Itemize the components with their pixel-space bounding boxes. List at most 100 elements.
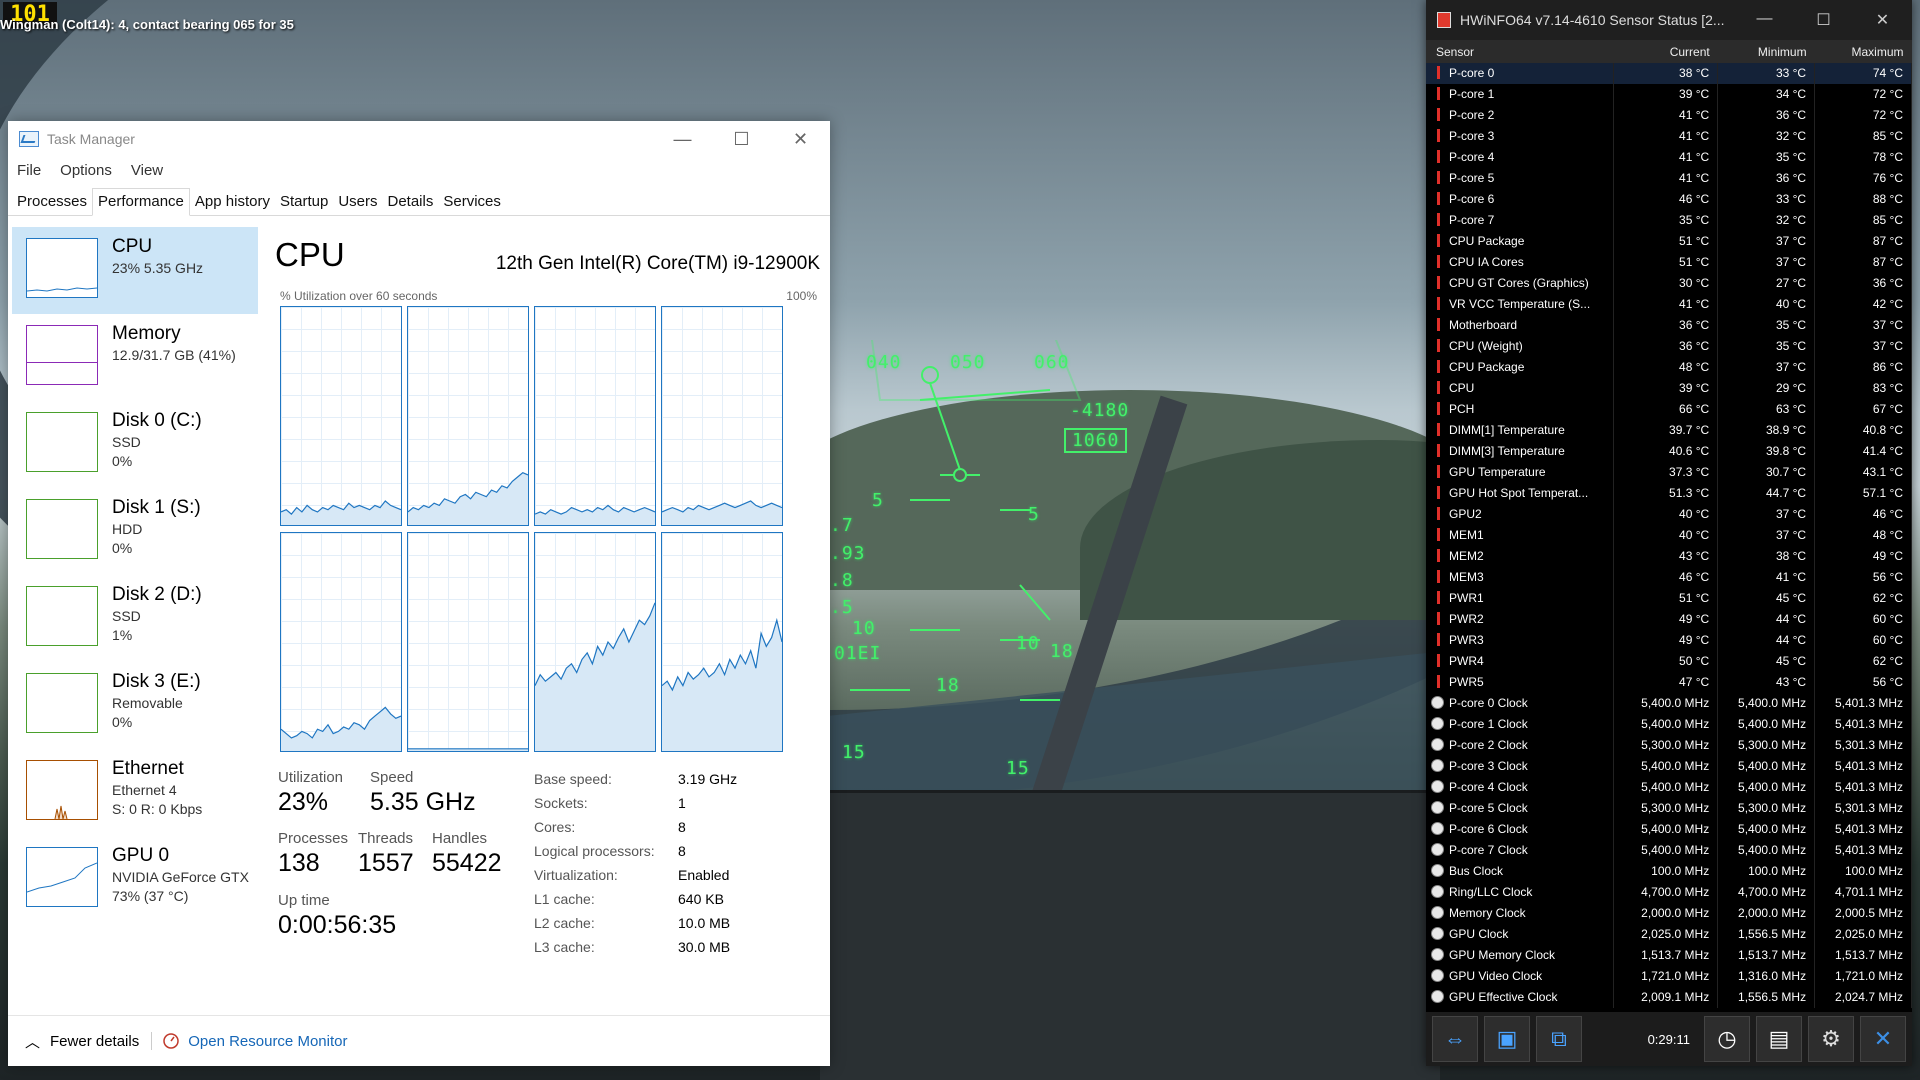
column-header-current[interactable]: Current [1613,40,1718,63]
sensor-row[interactable]: P-core 1 39 °C 34 °C 72 °C [1426,84,1912,105]
sensor-row[interactable]: P-core 7 35 °C 32 °C 85 °C [1426,210,1912,231]
sensor-row[interactable]: MEM1 40 °C 37 °C 48 °C [1426,525,1912,546]
sensor-row[interactable]: DIMM[3] Temperature 40.6 °C 39.8 °C 41.4 °C [1426,441,1912,462]
column-header-sensor[interactable]: Sensor [1426,40,1614,63]
sensor-name-cell: P-core 7 [1426,210,1615,231]
network-icon[interactable]: ⧉ [1536,1016,1582,1062]
close-button[interactable]: ✕ [771,121,830,157]
hud-heading-040: 040 [866,352,902,373]
menu-file[interactable]: File [17,162,41,179]
sensor-maximum-cell: 5,401.3 MHz [1814,819,1912,840]
sensor-row[interactable]: MEM3 46 °C 41 °C 56 °C [1426,567,1912,588]
clock-icon[interactable]: ◷ [1704,1016,1750,1062]
sensor-row[interactable]: P-core 6 46 °C 33 °C 88 °C [1426,189,1912,210]
title-bar[interactable]: Task Manager — ☐ ✕ [8,121,830,157]
sensor-row[interactable]: P-core 4 Clock 5,400.0 MHz 5,400.0 MHz 5,40… [1426,777,1912,798]
report-icon[interactable]: ▤ [1756,1016,1802,1062]
sidebar-item-disk-1[interactable]: Disk 1 (S:) HDD 0% [12,488,258,575]
tab-processes[interactable]: Processes [12,189,92,215]
sensor-row[interactable]: P-core 3 41 °C 32 °C 85 °C [1426,126,1912,147]
tab-app-history[interactable]: App history [190,189,275,215]
sensor-row[interactable]: CPU Package 51 °C 37 °C 87 °C [1426,231,1912,252]
sensor-row[interactable]: DIMM[1] Temperature 39.7 °C 38.9 °C 40.8 °C [1426,420,1912,441]
sensor-row[interactable]: GPU Hot Spot Temperat... 51.3 °C 44.7 °C 57… [1426,483,1912,504]
sensor-row[interactable]: P-core 0 Clock 5,400.0 MHz 5,400.0 MHz 5,40… [1426,693,1912,714]
column-header-maximum[interactable]: Maximum [1814,40,1912,63]
sensor-row[interactable]: PWR5 47 °C 43 °C 56 °C [1426,672,1912,693]
sensor-row[interactable]: CPU IA Cores 51 °C 37 °C 87 °C [1426,252,1912,273]
sidebar-item-memory[interactable]: Memory 12.9/31.7 GB (41%) [12,314,258,401]
sidebar-item-disk-3[interactable]: Disk 3 (E:) Removable 0% [12,662,258,749]
sensor-row[interactable]: CPU GT Cores (Graphics) 30 °C 27 °C 36 °C [1426,273,1912,294]
sensor-row[interactable]: Ring/LLC Clock 4,700.0 MHz 4,700.0 MHz 4,70… [1426,882,1912,903]
title-bar[interactable]: HWiNFO64 v7.14-4610 Sensor Status [2... … [1426,0,1912,40]
tab-performance[interactable]: Performance [92,188,190,216]
sensor-maximum-cell: 83 °C [1814,378,1912,399]
sensor-row[interactable]: Memory Clock 2,000.0 MHz 2,000.0 MHz 2,000.… [1426,903,1912,924]
maximize-button[interactable]: ☐ [712,121,771,157]
tab-services[interactable]: Services [438,189,506,215]
sidebar-item-gpu-0[interactable]: GPU 0 NVIDIA GeForce GTX 73% (37 °C) [12,836,258,923]
menu-options[interactable]: Options [60,162,112,179]
sensor-row[interactable]: GPU Temperature 37.3 °C 30.7 °C 43.1 °C [1426,462,1912,483]
hud-pitch-10-left: 10 [852,618,876,639]
maximize-button[interactable]: ☐ [1794,10,1853,30]
column-header-minimum[interactable]: Minimum [1717,40,1815,63]
sidebar-item-disk-2[interactable]: Disk 2 (D:) SSD 1% [12,575,258,662]
menu-view[interactable]: View [131,162,163,179]
sensor-name-cell: P-core 6 [1426,189,1615,210]
sensor-row[interactable]: P-core 2 41 °C 36 °C 72 °C [1426,105,1912,126]
sidebar-item-cpu[interactable]: CPU 23% 5.35 GHz [12,227,258,314]
sensor-row[interactable]: PWR1 51 °C 45 °C 62 °C [1426,588,1912,609]
nav-arrows-icon[interactable]: ⇔ [1432,1016,1478,1062]
sensor-row[interactable]: P-core 2 Clock 5,300.0 MHz 5,300.0 MHz 5,30… [1426,735,1912,756]
sensor-row[interactable]: PCH 66 °C 63 °C 67 °C [1426,399,1912,420]
sensor-maximum-cell: 1,721.0 MHz [1814,966,1912,987]
sensor-row[interactable]: GPU2 40 °C 37 °C 46 °C [1426,504,1912,525]
sensor-current-cell: 36 °C [1613,336,1719,357]
sensor-row[interactable]: PWR2 49 °C 44 °C 60 °C [1426,609,1912,630]
sensor-row[interactable]: P-core 4 41 °C 35 °C 78 °C [1426,147,1912,168]
close-button[interactable]: ✕ [1853,10,1912,30]
fewer-details-button[interactable]: ︿ Fewer details [25,1031,139,1052]
sensor-row[interactable]: GPU Clock 2,025.0 MHz 1,556.5 MHz 2,025.0 M… [1426,924,1912,945]
sensor-row[interactable]: P-core 6 Clock 5,400.0 MHz 5,400.0 MHz 5,40… [1426,819,1912,840]
sidebar-item-disk-0[interactable]: Disk 0 (C:) SSD 0% [12,401,258,488]
sidebar-item-ethernet[interactable]: Ethernet Ethernet 4 S: 0 R: 0 Kbps [12,749,258,836]
hud-scale-3: .8 [830,570,854,591]
sensor-current-cell: 40 °C [1613,525,1719,546]
sensor-row[interactable]: Bus Clock 100.0 MHz 100.0 MHz 100.0 MHz [1426,861,1912,882]
tab-details[interactable]: Details [383,189,439,215]
minimize-button[interactable]: — [653,121,712,157]
sensor-row[interactable]: MEM2 43 °C 38 °C 49 °C [1426,546,1912,567]
sensor-current-cell: 41 °C [1613,105,1719,126]
task-manager-window[interactable]: Task Manager — ☐ ✕ File Options View Pro… [8,121,830,1066]
tab-users[interactable]: Users [333,189,382,215]
sensor-row[interactable]: GPU Memory Clock 1,513.7 MHz 1,513.7 MHz 1,… [1426,945,1912,966]
sensor-row[interactable]: P-core 3 Clock 5,400.0 MHz 5,400.0 MHz 5,40… [1426,756,1912,777]
sensor-row[interactable]: VR VCC Temperature (S... 41 °C 40 °C 42 °C [1426,294,1912,315]
sensor-name-cell: CPU (Weight) [1426,336,1615,357]
sensor-row[interactable]: P-core 5 41 °C 36 °C 76 °C [1426,168,1912,189]
sensor-maximum-cell: 72 °C [1814,84,1912,105]
sensor-row[interactable]: Motherboard 36 °C 35 °C 37 °C [1426,315,1912,336]
sensor-row[interactable]: P-core 7 Clock 5,400.0 MHz 5,400.0 MHz 5,40… [1426,840,1912,861]
hwinfo-window[interactable]: HWiNFO64 v7.14-4610 Sensor Status [2... … [1426,0,1912,1066]
sensor-row[interactable]: GPU Effective Clock 2,009.1 MHz 1,556.5 MH… [1426,987,1912,1008]
network-monitor-icon[interactable]: ▣ [1484,1016,1530,1062]
sensor-minimum-cell: 32 °C [1717,126,1816,147]
minimize-button[interactable]: — [1735,10,1794,30]
sensor-row[interactable]: GPU Video Clock 1,721.0 MHz 1,316.0 MHz 1,7… [1426,966,1912,987]
sensor-row[interactable]: PWR4 50 °C 45 °C 62 °C [1426,651,1912,672]
sensor-row[interactable]: CPU 39 °C 29 °C 83 °C [1426,378,1912,399]
sensor-row[interactable]: P-core 0 38 °C 33 °C 74 °C [1426,63,1912,84]
open-resource-monitor-link[interactable]: Open Resource Monitor [162,1032,347,1050]
sensor-row[interactable]: CPU (Weight) 36 °C 35 °C 37 °C [1426,336,1912,357]
sensor-row[interactable]: P-core 5 Clock 5,300.0 MHz 5,300.0 MHz 5,30… [1426,798,1912,819]
sensor-row[interactable]: P-core 1 Clock 5,400.0 MHz 5,400.0 MHz 5,40… [1426,714,1912,735]
sensor-row[interactable]: CPU Package 48 °C 37 °C 86 °C [1426,357,1912,378]
sensor-row[interactable]: PWR3 49 °C 44 °C 60 °C [1426,630,1912,651]
close-icon[interactable]: ✕ [1860,1016,1906,1062]
tab-startup[interactable]: Startup [275,189,333,215]
settings-icon[interactable]: ⚙ [1808,1016,1854,1062]
